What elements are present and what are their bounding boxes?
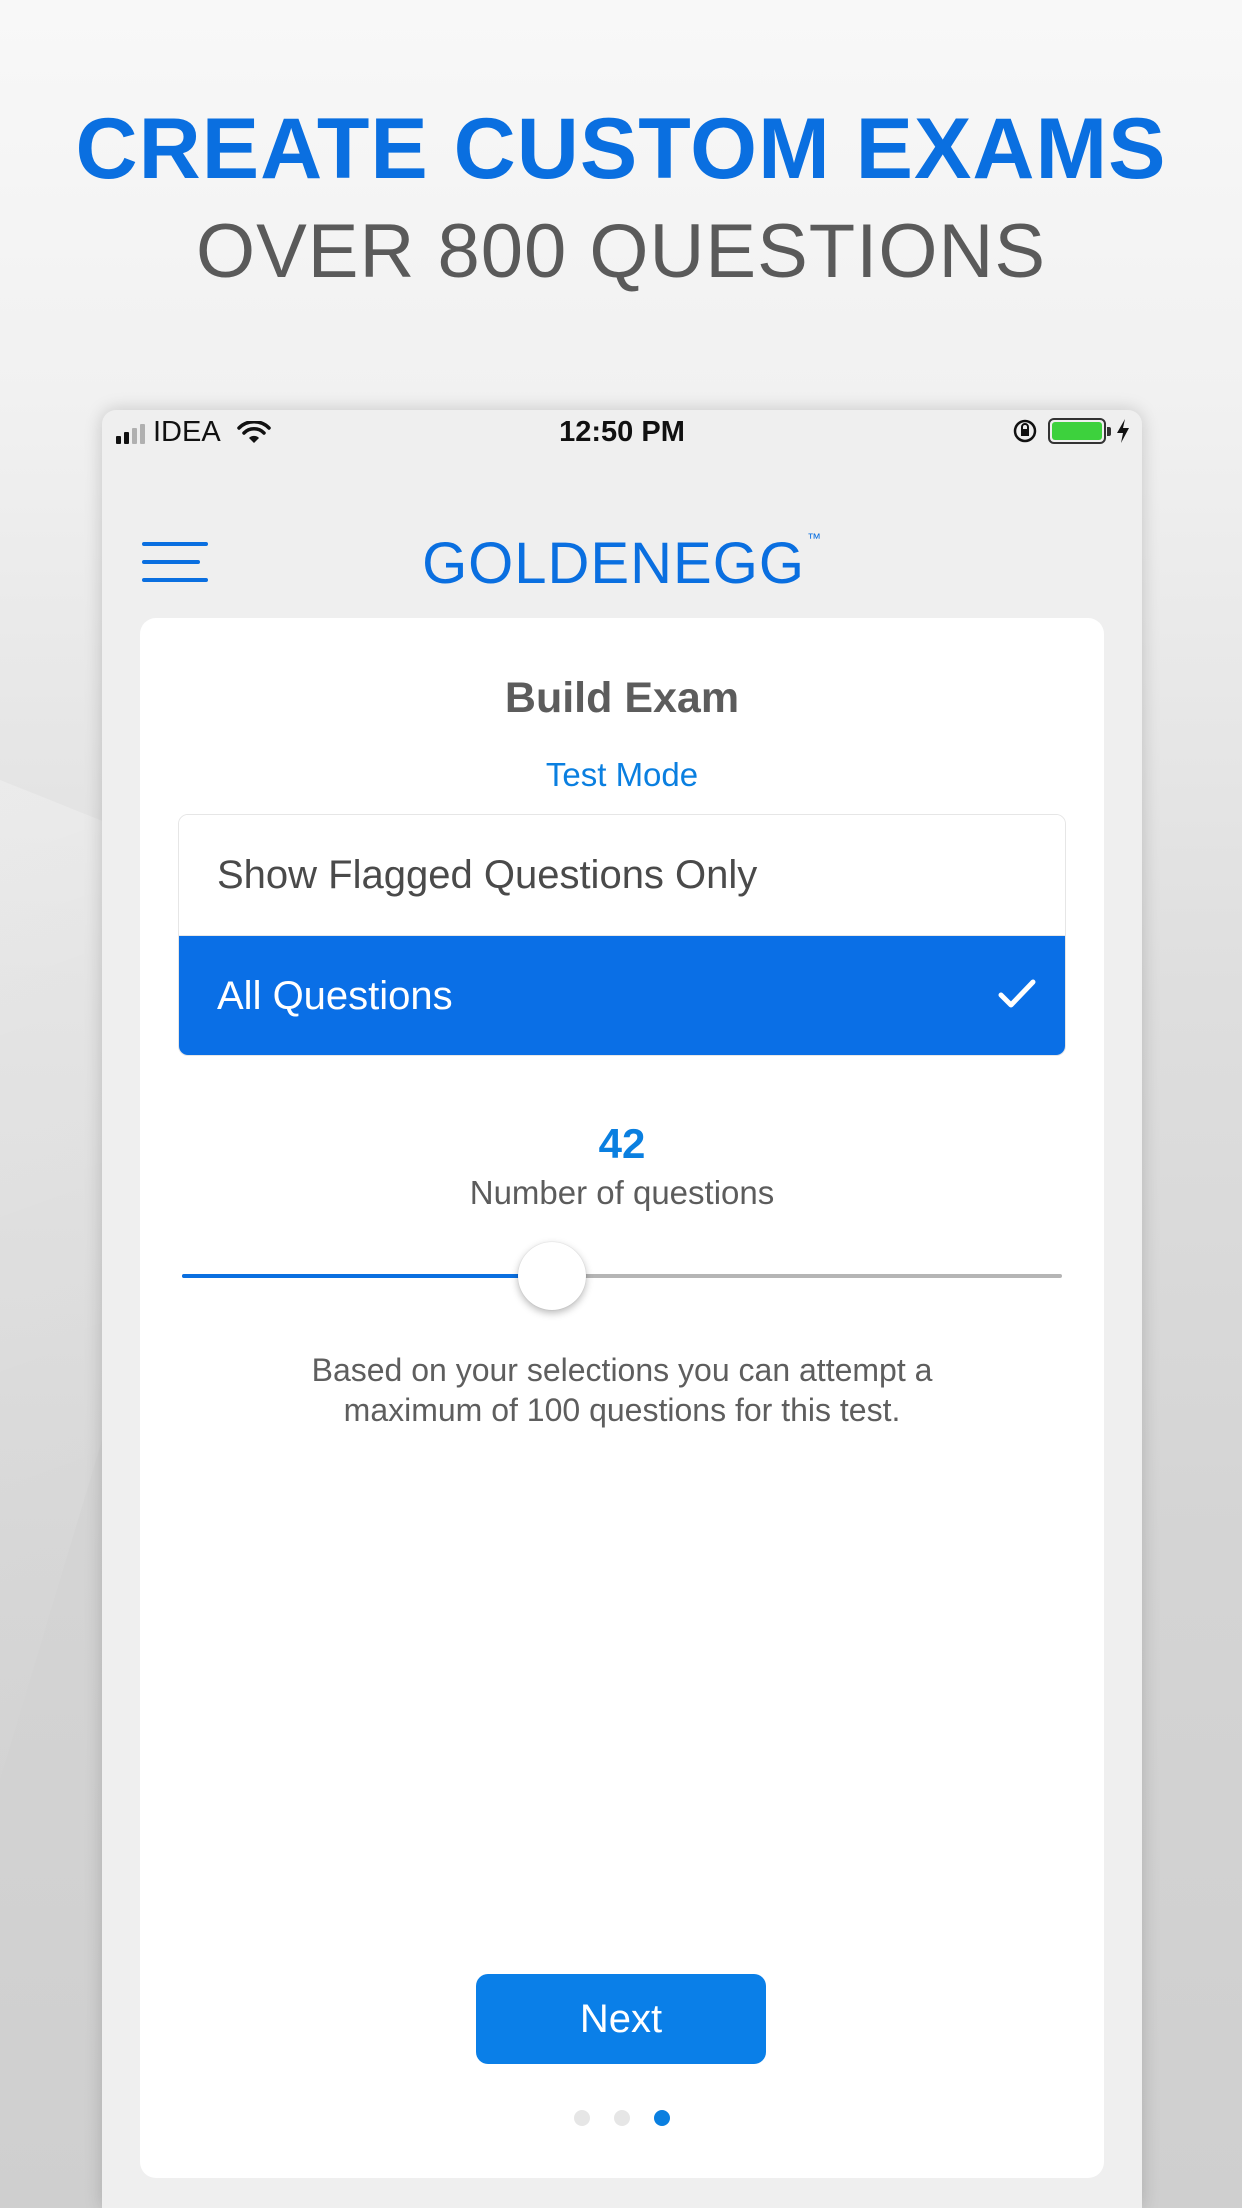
phone-screen: IDEA 12:50 PM GOLDENEGG ™ Build Exam Tes…	[102, 410, 1142, 2208]
status-right	[1012, 418, 1130, 444]
logo-light: EGG	[673, 531, 805, 596]
slider-thumb[interactable]	[517, 1242, 586, 1310]
option-flagged-only[interactable]: Show Flagged Questions Only	[179, 815, 1065, 936]
logo-bold: GOLDEN	[422, 531, 674, 596]
charging-icon	[1117, 419, 1129, 443]
page-indicator	[140, 2110, 1104, 2126]
question-count-label: Number of questions	[469, 1174, 775, 1211]
option-label: All Questions	[217, 974, 453, 1018]
logo-trademark: ™	[806, 530, 822, 546]
battery-icon	[1048, 418, 1111, 444]
promo-headline: CREATE CUSTOM EXAMS	[75, 101, 1167, 197]
question-filter-list: Show Flagged Questions Only All Question…	[178, 814, 1066, 1056]
status-bar: IDEA 12:50 PM	[102, 410, 1142, 462]
checkmark-icon	[998, 979, 1036, 1008]
page-dot[interactable]	[614, 2110, 630, 2126]
option-label: Show Flagged Questions Only	[217, 852, 758, 897]
next-button[interactable]: Next	[476, 1974, 766, 2064]
promo-subheadline: OVER 800 QUESTIONS	[195, 209, 1047, 294]
rotation-lock-icon	[1013, 419, 1037, 443]
question-count-slider[interactable]	[182, 1238, 1062, 1314]
max-questions-info: Based on your selections you can attempt…	[311, 1352, 933, 1428]
question-count: 42	[598, 1120, 646, 1167]
page-dot[interactable]	[654, 2110, 670, 2126]
status-time: 12:50 PM	[559, 416, 685, 448]
test-mode-link[interactable]: Test Mode	[140, 756, 1104, 794]
app-logo: GOLDENEGG ™	[102, 530, 1142, 597]
nav-bar: GOLDENEGG ™	[102, 500, 1142, 630]
page-dot[interactable]	[574, 2110, 590, 2126]
build-exam-card: Build Exam Test Mode Show Flagged Questi…	[140, 618, 1104, 2178]
option-all-questions[interactable]: All Questions	[179, 936, 1065, 1055]
slider-fill	[182, 1274, 552, 1278]
page-title: Build Exam	[504, 674, 740, 722]
battery-fill	[1052, 422, 1102, 440]
